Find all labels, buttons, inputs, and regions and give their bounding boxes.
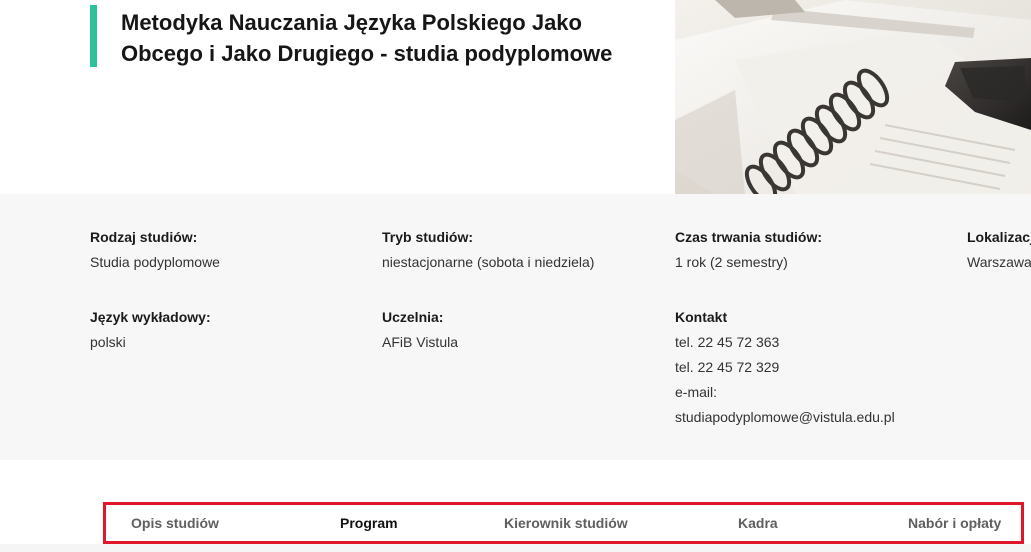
study-info-panel: Rodzaj studiów: Studia podyplomowe Tryb … [0, 194, 1031, 460]
tab-nabor-i-oplaty[interactable]: Nabór i opłaty [908, 505, 1001, 541]
info-czas-label: Czas trwania studiów: [675, 229, 823, 245]
page-title: Metodyka Nauczania Języka Polskiego Jako… [121, 10, 613, 66]
info-rodzaj-label: Rodzaj studiów: [90, 229, 198, 245]
contact-phone-2[interactable]: tel. 22 45 72 329 [675, 355, 895, 380]
info-rodzaj-value: Studia podyplomowe [90, 254, 220, 270]
contact-phone-1[interactable]: tel. 22 45 72 363 [675, 330, 895, 355]
info-uczelnia: Uczelnia: AFiB Vistula [382, 305, 458, 355]
tab-kadra[interactable]: Kadra [738, 505, 778, 541]
contact-email-link[interactable]: studiapodyplomowe@vistula.edu.pl [675, 405, 895, 430]
page: Metodyka Nauczania Języka Polskiego Jako… [0, 0, 1031, 552]
info-jezyk-label: Język wykładowy: [90, 309, 211, 325]
info-lokalizacja-value: Warszawa [967, 254, 1031, 270]
title-accent-bar [90, 5, 97, 67]
info-tryb-value: niestacjonarne (sobota i niedziela) [382, 254, 595, 270]
hero-photo [675, 0, 1031, 194]
info-tryb-label: Tryb studiów: [382, 229, 473, 245]
info-uczelnia-value: AFiB Vistula [382, 334, 458, 350]
info-lokalizacja: Lokalizacj Warszawa [967, 225, 1031, 275]
info-uczelnia-label: Uczelnia: [382, 309, 444, 325]
program-tabs: Opis studiów Program Kierownik studiów K… [103, 502, 1024, 544]
tabs-divider [0, 544, 1031, 552]
tab-opis-studiow[interactable]: Opis studiów [131, 505, 219, 541]
hero-section: Metodyka Nauczania Języka Polskiego Jako… [0, 0, 1031, 194]
info-kontakt-label: Kontakt [675, 309, 728, 325]
info-kontakt: Kontakt tel. 22 45 72 363 tel. 22 45 72 … [675, 305, 895, 430]
info-tryb: Tryb studiów: niestacjonarne (sobota i n… [382, 225, 594, 275]
notebook-photo-icon [675, 0, 1031, 194]
tab-kierownik-studiow[interactable]: Kierownik studiów [504, 505, 628, 541]
info-czas: Czas trwania studiów: 1 rok (2 semestry) [675, 225, 822, 275]
contact-email-label: e-mail: [675, 384, 718, 400]
tab-program[interactable]: Program [340, 505, 398, 541]
info-czas-value: 1 rok (2 semestry) [675, 254, 788, 270]
info-jezyk-value: polski [90, 334, 126, 350]
info-lokalizacja-label: Lokalizacj [967, 229, 1031, 245]
info-jezyk: Język wykładowy: polski [90, 305, 211, 355]
info-rodzaj: Rodzaj studiów: Studia podyplomowe [90, 225, 220, 275]
